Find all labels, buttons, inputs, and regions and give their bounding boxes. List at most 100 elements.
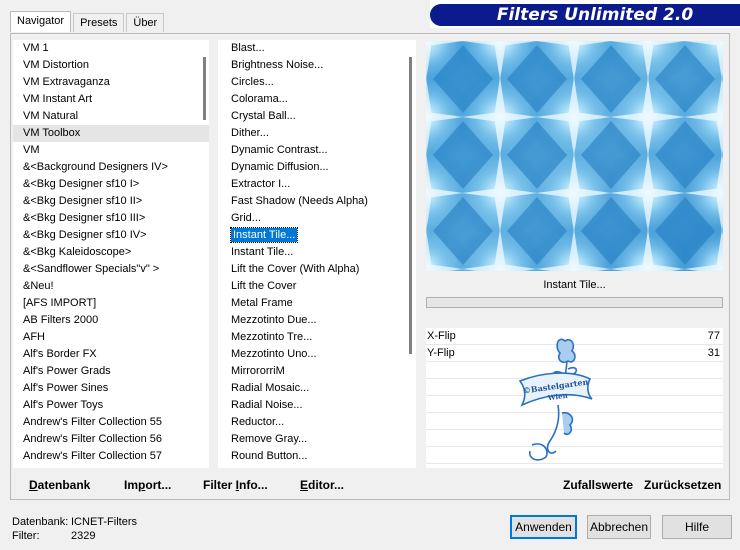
status-db-label: Datenbank: [12,516,69,528]
category-item[interactable]: Andrew's Filter Collection 57 [13,448,209,465]
cancel-button[interactable]: Abbrechen [587,515,651,539]
category-item-label: &<Background Designers IV> [23,161,168,173]
category-item-label: &<Bkg Kaleidoscope> [23,246,132,258]
filter-scrollbar-thumb[interactable] [409,57,412,354]
apply-button[interactable]: Anwenden [510,515,577,539]
category-item[interactable]: Alf's Power Sines [13,380,209,397]
category-item[interactable]: Alf's Power Toys [13,397,209,414]
category-scrollbar-thumb[interactable] [203,57,206,120]
progress-bar [426,297,723,308]
category-item[interactable]: VM [13,142,209,159]
datenbank-button[interactable]: Datenbank [29,478,90,492]
filter-item[interactable]: Round Button... [218,465,416,468]
category-item[interactable]: &<Bkg Designer sf10 II> [13,193,209,210]
category-item-label: &<Bkg Designer sf10 III> [23,212,146,224]
category-item[interactable]: &<Sandflower Specials"v" > [13,261,209,278]
filter-item-label: Colorama... [231,93,288,105]
category-item[interactable]: VM Distortion [13,57,209,74]
category-item-label: Alf's Power Toys [23,399,104,411]
filter-item-label: Round Button... [231,467,307,468]
filter-item[interactable]: Radial Mosaic... [218,380,416,397]
category-item[interactable]: [AFS IMPORT] [13,295,209,312]
category-item[interactable]: VM Extravaganza [13,74,209,91]
filter-item[interactable]: Dither... [218,125,416,142]
status-db-value: ICNET-Filters [71,516,137,528]
filter-item[interactable]: Mezzotinto Uno... [218,346,416,363]
filter-item-label: Remove Gray... [231,433,308,445]
tab-presets[interactable]: Presets [73,13,125,32]
randomize-button[interactable]: Zufallswerte [563,478,633,492]
filter-item[interactable]: Lift the Cover [218,278,416,295]
category-item[interactable]: &<Bkg Kaleidoscope> [13,244,209,261]
reset-button[interactable]: Zurücksetzen [644,478,721,492]
filter-item[interactable]: Radial Noise... [218,397,416,414]
filter-item[interactable]: Circles... [218,74,416,91]
filter-item[interactable]: Brightness Noise... [218,57,416,74]
filter-item-label: Metal Frame [231,297,293,309]
filter-item[interactable]: Instant Tile... [218,227,416,244]
category-item[interactable]: Alf's Border FX [13,346,209,363]
category-item[interactable]: VM 1 [13,40,209,57]
category-item-label: Andrew's Filter Collection 55 [23,416,163,428]
help-button[interactable]: Hilfe [662,515,732,539]
category-list[interactable]: VM 1 VM Distortion VM Extravaganza VM Insta… [13,40,209,468]
category-item[interactable]: &<Background Designers IV> [13,159,209,176]
filter-item[interactable]: Grid... [218,210,416,227]
category-item-label: &<Bkg Designer sf10 IV> [23,229,147,241]
category-item[interactable]: VM Toolbox [13,125,209,142]
filter-item-label: Grid... [231,212,261,224]
category-item[interactable]: VM Instant Art [13,91,209,108]
category-item[interactable]: &Neu! [13,278,209,295]
filter-item-label: Brightness Noise... [231,59,324,71]
filter-item-label: Lift the Cover (With Alpha) [231,263,360,275]
filter-item-label: Round Button... [231,450,308,462]
filter-item-label: Dither... [231,127,269,139]
filter-item-label: Blast... [231,42,265,54]
filter-item[interactable]: Extractor I... [218,176,416,193]
editor-button[interactable]: Editor... [300,478,344,492]
import-button[interactable]: Import... [124,478,171,492]
filter-item-label: Circles... [231,76,274,88]
filter-list[interactable]: Blast... Brightness Noise... Circles... Col… [218,40,416,468]
filter-item-label: MirrororriM [231,365,285,377]
filter-item[interactable]: Dynamic Contrast... [218,142,416,159]
filter-item[interactable]: Round Button... [218,448,416,465]
category-item-label: [AFS IMPORT] [23,297,97,309]
filter-item[interactable]: Mezzotinto Due... [218,312,416,329]
category-item[interactable]: Andrew's Filter Collection 58 [13,465,209,468]
filter-info-button[interactable]: Filter Info... [203,478,268,492]
category-item-label: AB Filters 2000 [23,314,99,326]
tab-navigator[interactable]: Navigator [10,11,72,32]
category-item[interactable]: VM Natural [13,108,209,125]
filter-item[interactable]: Colorama... [218,91,416,108]
category-item-label: VM Distortion [23,59,90,71]
category-item[interactable]: AFH [13,329,209,346]
filter-item[interactable]: Instant Tile... [218,244,416,261]
status-filter-label: Filter: [12,530,40,542]
filter-item[interactable]: Dynamic Diffusion... [218,159,416,176]
category-item[interactable]: AB Filters 2000 [13,312,209,329]
category-item-label: VM Extravaganza [23,76,110,88]
filter-item[interactable]: Lift the Cover (With Alpha) [218,261,416,278]
filter-item[interactable]: Fast Shadow (Needs Alpha) [218,193,416,210]
category-item[interactable]: Andrew's Filter Collection 56 [13,431,209,448]
filter-item[interactable]: Metal Frame [218,295,416,312]
filter-item[interactable]: Blast... [218,40,416,57]
filter-item[interactable]: Reductor... [218,414,416,431]
category-item-label: Alf's Power Grads [23,365,111,377]
filter-item[interactable]: MirrororriM [218,363,416,380]
category-item[interactable]: &<Bkg Designer sf10 IV> [13,227,209,244]
category-item[interactable]: &<Bkg Designer sf10 III> [13,210,209,227]
category-item[interactable]: &<Bkg Designer sf10 I> [13,176,209,193]
filter-item-label: Reductor... [231,416,285,428]
filter-item[interactable]: Remove Gray... [218,431,416,448]
filter-item-label: Radial Noise... [231,399,303,411]
category-item[interactable]: Andrew's Filter Collection 55 [13,414,209,431]
tab-about[interactable]: Über [126,13,165,32]
category-item[interactable]: Alf's Power Grads [13,363,209,380]
tab-bar: Navigator Presets Über [10,11,166,32]
category-item-label: AFH [23,331,45,343]
filter-item-label: Instant Tile... [231,246,294,258]
filter-item[interactable]: Crystal Ball... [218,108,416,125]
filter-item[interactable]: Mezzotinto Tre... [218,329,416,346]
